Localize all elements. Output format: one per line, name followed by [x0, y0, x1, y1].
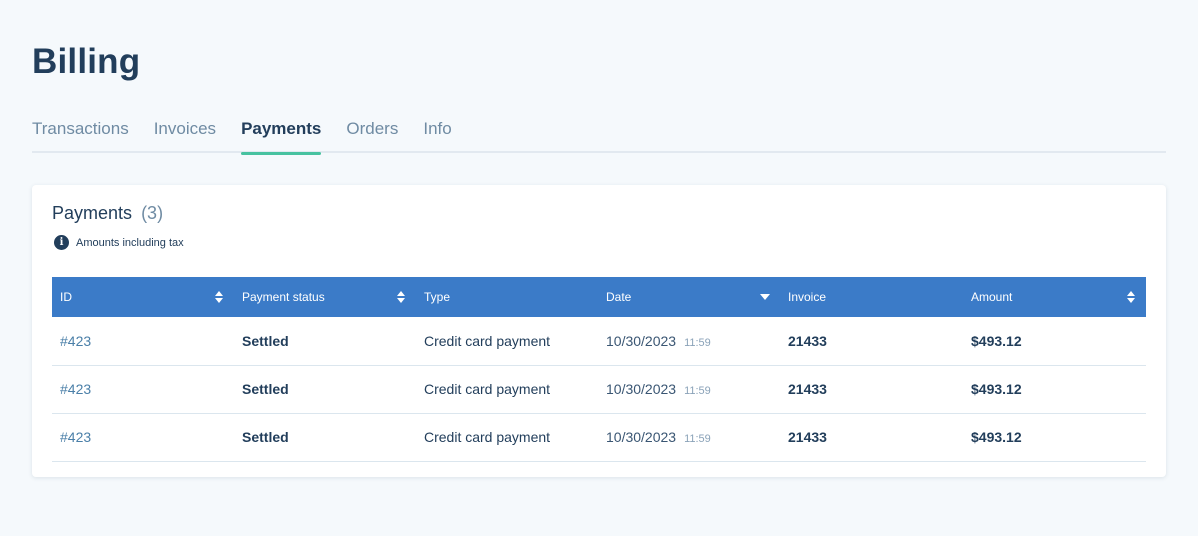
tab-payments[interactable]: Payments — [241, 116, 322, 155]
column-header-label: Date — [606, 290, 632, 304]
card-title-label: Payments — [52, 203, 133, 223]
sort-icon[interactable] — [1126, 290, 1136, 304]
payment-date-cell: 10/30/2023 11:59 — [598, 317, 780, 365]
tab-info[interactable]: Info — [423, 116, 451, 153]
sort-icon[interactable] — [396, 290, 406, 304]
payments-card: Payments (3) i Amounts including tax ID … — [32, 185, 1166, 477]
column-header-type: Type — [416, 277, 598, 317]
column-header-label: ID — [60, 290, 72, 304]
payment-date-cell: 10/30/2023 11:59 — [598, 413, 780, 461]
sort-icon[interactable] — [214, 290, 224, 304]
column-header-amount[interactable]: Amount — [963, 277, 1146, 317]
tax-note-text: Amounts including tax — [76, 236, 184, 249]
tax-note: i Amounts including tax — [54, 235, 184, 250]
payment-type: Credit card payment — [424, 429, 551, 445]
column-header-date[interactable]: Date — [598, 277, 780, 317]
column-header-label: Payment status — [242, 290, 325, 304]
table-header-row: ID Payment status Type Date Invoice Amou… — [52, 277, 1146, 317]
payment-amount: $493.12 — [971, 381, 1022, 397]
payment-date-cell: 10/30/2023 11:59 — [598, 365, 780, 413]
payment-date: 10/30/2023 — [606, 332, 677, 349]
column-header-id[interactable]: ID — [52, 277, 234, 317]
tab-orders[interactable]: Orders — [346, 116, 398, 153]
payments-table: ID Payment status Type Date Invoice Amou… — [52, 277, 1146, 462]
payment-status: Settled — [242, 429, 289, 445]
table-row: #423 Settled Credit card payment 10/30/2… — [52, 413, 1146, 461]
payment-id-link[interactable]: #423 — [60, 333, 91, 349]
column-header-invoice: Invoice — [780, 277, 963, 317]
payment-id-link[interactable]: #423 — [60, 429, 91, 445]
payment-status: Settled — [242, 381, 289, 397]
payment-amount: $493.12 — [971, 429, 1022, 445]
payment-type: Credit card payment — [424, 332, 551, 349]
payment-amount: $493.12 — [971, 332, 1022, 349]
card-title: Payments (3) — [52, 203, 163, 224]
invoice-number: 21433 — [788, 429, 827, 445]
payment-date: 10/30/2023 — [606, 381, 677, 397]
sort-descending-icon[interactable] — [760, 290, 770, 304]
table-row: #423 Settled Credit card payment 10/30/2… — [52, 317, 1146, 365]
column-header-label: Amount — [971, 290, 1013, 304]
table-row: #423 Settled Credit card payment 10/30/2… — [52, 365, 1146, 413]
payment-type: Credit card payment — [424, 381, 551, 397]
tab-transactions[interactable]: Transactions — [32, 116, 129, 153]
tab-bar: Transactions Invoices Payments Orders In… — [32, 116, 1166, 155]
payment-id-link[interactable]: #423 — [60, 381, 91, 397]
column-header-label: Invoice — [788, 290, 827, 304]
payment-time: 11:59 — [684, 433, 711, 445]
payments-count: (3) — [141, 203, 164, 223]
page-title: Billing — [32, 42, 141, 81]
info-icon: i — [54, 235, 69, 250]
payment-status: Settled — [242, 332, 289, 349]
payment-date: 10/30/2023 — [606, 429, 677, 445]
column-header-label: Type — [424, 290, 451, 304]
payment-time: 11:59 — [684, 336, 711, 349]
tab-invoices[interactable]: Invoices — [154, 116, 216, 153]
column-header-payment-status[interactable]: Payment status — [234, 277, 416, 317]
invoice-number: 21433 — [788, 332, 827, 349]
invoice-number: 21433 — [788, 381, 827, 397]
payment-time: 11:59 — [684, 385, 711, 397]
